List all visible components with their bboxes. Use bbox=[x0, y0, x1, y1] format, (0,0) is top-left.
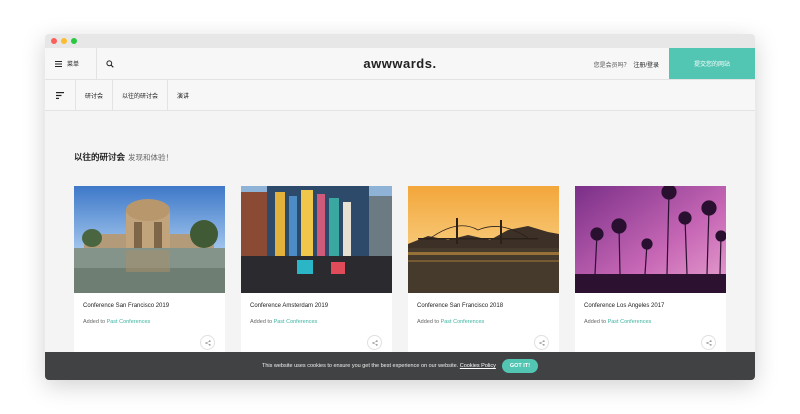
page-title-main: 以往的研讨会 bbox=[74, 152, 126, 162]
window-titlebar bbox=[45, 34, 755, 48]
card-title[interactable]: Conference San Francisco 2019 bbox=[83, 303, 169, 309]
cookie-text: This website uses cookies to ensure you … bbox=[261, 363, 459, 369]
filter-icon bbox=[56, 91, 64, 99]
card-added-info: Added to Past Conferences bbox=[417, 319, 484, 325]
added-link[interactable]: Past Conferences bbox=[608, 319, 652, 325]
maximize-dot[interactable] bbox=[71, 38, 77, 44]
conference-card[interactable]: Conference San Francisco 2019 Added to P… bbox=[74, 186, 225, 362]
login-link[interactable]: 注册/登录 bbox=[633, 63, 659, 69]
submit-site-button[interactable]: 提交您的网站 bbox=[669, 48, 755, 79]
member-prompt: 您是会员吗？ 注册/登录 bbox=[594, 60, 659, 69]
page-subtitle: 发现和体验！ bbox=[128, 153, 174, 162]
conference-card[interactable]: Conference San Francisco 2018 Added to P… bbox=[408, 186, 559, 362]
added-prefix: Added to bbox=[83, 319, 106, 325]
cookies-policy-link[interactable]: Cookies Policy bbox=[460, 363, 496, 369]
cookie-message: This website uses cookies to ensure you … bbox=[262, 363, 496, 369]
conference-image bbox=[408, 186, 559, 293]
tab-talks[interactable]: 演讲 bbox=[168, 80, 198, 110]
share-button[interactable] bbox=[534, 335, 549, 350]
added-prefix: Added to bbox=[417, 319, 440, 325]
card-title[interactable]: Conference Los Angeles 2017 bbox=[584, 303, 664, 309]
conference-image bbox=[241, 186, 392, 293]
member-text: 您是会员吗？ bbox=[593, 63, 630, 69]
conference-card-list: Conference San Francisco 2019 Added to P… bbox=[74, 186, 726, 362]
conference-image bbox=[74, 186, 225, 293]
card-title[interactable]: Conference San Francisco 2018 bbox=[417, 303, 503, 309]
sub-navigation: 研讨会 以往的研讨会 演讲 bbox=[45, 80, 755, 111]
conference-card[interactable]: Conference Los Angeles 2017 Added to Pas… bbox=[575, 186, 726, 362]
added-link[interactable]: Past Conferences bbox=[274, 319, 318, 325]
added-link[interactable]: Past Conferences bbox=[441, 319, 485, 325]
browser-window: 菜单 awwwards. 您是会员吗？ 注册/登录 提交您的网站 研讨会 以往的… bbox=[45, 34, 755, 380]
added-prefix: Added to bbox=[584, 319, 607, 325]
card-added-info: Added to Past Conferences bbox=[250, 319, 317, 325]
page-title: 以往的研讨会 发现和体验！ bbox=[74, 151, 173, 163]
close-dot[interactable] bbox=[51, 38, 57, 44]
site-header: 菜单 awwwards. 您是会员吗？ 注册/登录 提交您的网站 bbox=[45, 48, 755, 80]
share-button[interactable] bbox=[367, 335, 382, 350]
got-it-button[interactable]: GOT IT! bbox=[501, 359, 539, 373]
minimize-dot[interactable] bbox=[61, 38, 67, 44]
share-button[interactable] bbox=[701, 335, 716, 350]
share-icon bbox=[371, 339, 378, 346]
cookie-banner: This website uses cookies to ensure you … bbox=[45, 352, 755, 380]
share-icon bbox=[204, 339, 211, 346]
conference-image bbox=[575, 186, 726, 293]
tab-conferences[interactable]: 研讨会 bbox=[76, 80, 114, 110]
card-title[interactable]: Conference Amsterdam 2019 bbox=[250, 303, 328, 309]
share-icon bbox=[538, 339, 545, 346]
added-prefix: Added to bbox=[250, 319, 273, 325]
tab-past-conferences[interactable]: 以往的研讨会 bbox=[113, 80, 169, 110]
card-added-info: Added to Past Conferences bbox=[584, 319, 651, 325]
filter-button[interactable] bbox=[45, 80, 76, 110]
share-button[interactable] bbox=[200, 335, 215, 350]
added-link[interactable]: Past Conferences bbox=[107, 319, 151, 325]
card-added-info: Added to Past Conferences bbox=[83, 319, 150, 325]
conference-card[interactable]: Conference Amsterdam 2019 Added to Past … bbox=[241, 186, 392, 362]
share-icon bbox=[705, 339, 712, 346]
